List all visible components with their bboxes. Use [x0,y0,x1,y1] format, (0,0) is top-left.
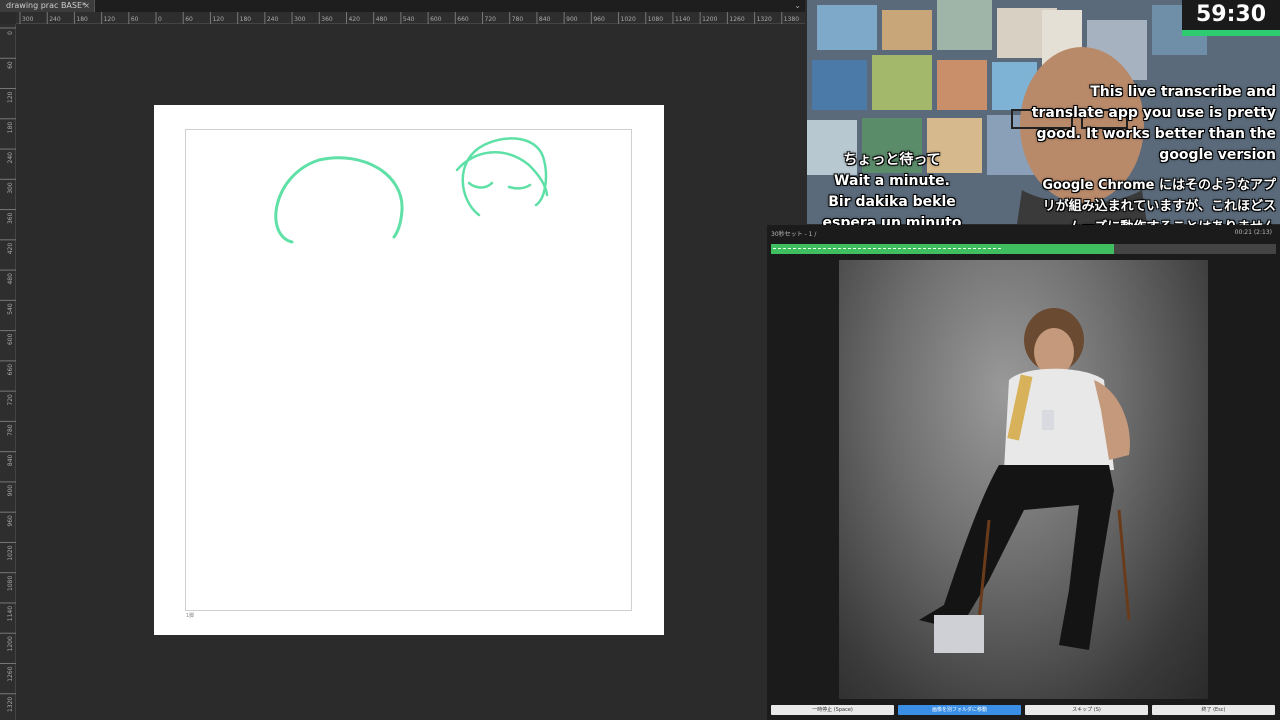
ruler-label: 360 [321,16,333,23]
reference-progress-bar [771,244,1276,254]
sketch-head-right-eye-left [467,181,494,189]
sketch-head-left [274,156,404,244]
skip-button[interactable]: スキップ (S) [1025,705,1148,715]
ruler-label: 360 [7,212,14,224]
horizontal-ruler-ticks: 300 240 180 120 60 0 60 120 180 240 300 360 420 480 54… [19,12,799,24]
vertical-ruler: 0 60 120 180 240 300 360 420 480 540 600 660 720 780 8… [0,24,16,720]
ruler-label: 420 [7,243,14,255]
canvas-tag: 1脚 [186,613,195,619]
reference-progress-dash [773,248,1001,249]
ruler-label: 300 [22,16,34,23]
ruler-label: 540 [403,16,415,23]
caption-line-tr: Bir dakika bekle [828,194,956,210]
sketch-head-right-eye-right [507,183,532,190]
ruler-label: 300 [294,16,306,23]
ruler-label: 720 [485,16,497,23]
vertical-ruler-ticks: 0 60 120 180 240 300 360 420 480 540 600 660 720 780 8… [0,27,16,712]
caption-line-en: Wait a minute. [834,173,950,189]
ruler-label: 960 [7,515,14,527]
ruler-label: 1200 [702,16,717,23]
caption-right-english: This live transcribe and translate app y… [1031,84,1276,163]
ruler-label: 1260 [7,666,14,681]
ruler-corner [0,12,16,24]
document-tab-title: drawing prac BASE* [6,1,87,10]
ruler-label: 600 [430,16,442,23]
ruler-label: 660 [457,16,469,23]
ruler-label: 900 [7,485,14,497]
sketch-strokes [274,137,549,244]
move-image-button[interactable]: 画像を別フォルダに移動 [898,705,1021,715]
ruler-label: 480 [7,273,14,285]
ruler-label: 240 [267,16,279,23]
ruler-label: 960 [593,16,605,23]
ruler-label: 1080 [7,576,14,591]
ruler-label: 1020 [7,545,14,560]
ruler-label: 780 [7,424,14,436]
ruler-label: 60 [185,16,193,23]
ruler-label: 660 [7,364,14,376]
ruler-label: 180 [76,16,88,23]
ruler-label: 0 [7,31,14,35]
document-tab-bar: drawing prac BASE* × ⌄ [0,0,805,12]
ruler-label: 240 [49,16,61,23]
ruler-label: 1260 [729,16,744,23]
sketch-head-right-hair [455,151,549,197]
screen: { "app": { "tab_title": "drawing prac BA… [0,0,1280,720]
ruler-label: 720 [7,394,14,406]
ruler-label: 1200 [7,636,14,651]
timer-accent-strip [1182,30,1280,36]
ruler-label: 1380 [784,16,799,23]
ruler-label: 780 [512,16,524,23]
ruler-label: 300 [7,182,14,194]
ruler-label: 180 [7,122,14,134]
ruler-label: 60 [131,16,139,23]
document-tab[interactable]: drawing prac BASE* × [0,0,95,12]
reference-photo-figure [919,308,1131,653]
ruler-label: 840 [539,16,551,23]
ruler-label: 600 [7,333,14,345]
end-button[interactable]: 終了 (Esc) [1152,705,1275,715]
ruler-label: 1080 [648,16,663,23]
caption-left: ちょっと待って Wait a minute. Bir dakika bekle … [812,150,972,234]
caption-line-jp: ちょっと待って [843,152,941,168]
countdown-timer: 59:30 [1182,0,1280,30]
ruler-label: 60 [7,61,14,69]
ruler-label: 1140 [675,16,690,23]
ruler-label: 480 [376,16,388,23]
ruler-label: 240 [7,152,14,164]
horizontal-ruler: 300 240 180 120 60 0 60 120 180 240 300 360 420 480 54… [16,12,805,24]
reference-session-label: 30秒セット - 1 / [771,231,817,238]
reference-progress-fill [771,244,1115,254]
ruler-label: 120 [212,16,224,23]
ruler-label: 420 [348,16,360,23]
ruler-label: 900 [566,16,578,23]
ruler-label: 120 [104,16,116,23]
chevron-down-icon[interactable]: ⌄ [794,0,801,12]
ruler-label: 180 [240,16,252,23]
ruler-label: 1020 [621,16,636,23]
close-icon[interactable]: × [83,0,90,12]
ruler-label: 0 [158,16,162,23]
ruler-label: 120 [7,91,14,103]
reference-controls: 一時停止 (Space) 画像を別フォルダに移動 スキップ (S) 終了 (Es… [767,705,1280,720]
reference-photo [839,260,1208,699]
ruler-label: 1320 [757,16,772,23]
ruler-label: 1320 [7,697,14,712]
ruler-label: 540 [7,303,14,315]
ruler-label: 1140 [7,606,14,621]
ruler-label: 840 [7,454,14,466]
sketch-head-right-outline [461,137,548,217]
pause-button[interactable]: 一時停止 (Space) [771,705,894,715]
reference-time-label: 00:21 (2:13) [1234,229,1272,236]
